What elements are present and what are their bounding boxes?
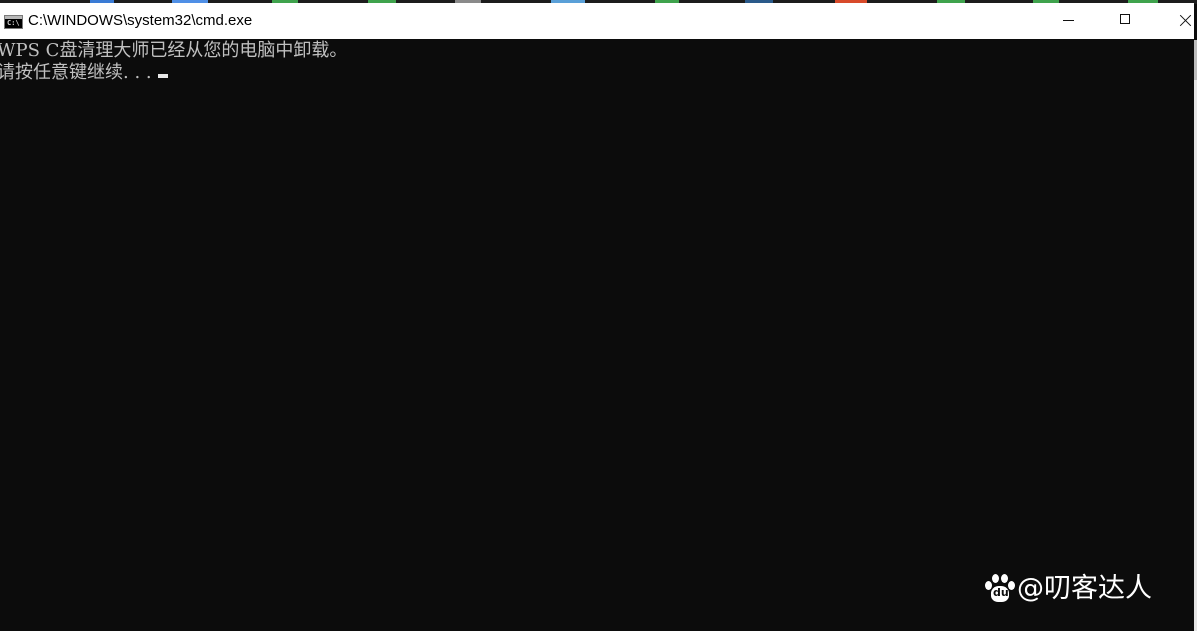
watermark-text: @叨客达人 [1017,573,1152,604]
console-line-uninstall-message: WPS C盘清理大师已经从您的电脑中卸载。 [0,40,348,61]
screen: C:\ C:\WINDOWS\system32\cmd.exe WPS C盘清理… [0,0,1197,631]
close-button[interactable] [1152,3,1197,39]
cmd-icon-label: C:\ [7,19,20,27]
console-output[interactable]: WPS C盘清理大师已经从您的电脑中卸载。 请按任意键继续. . . [0,40,1194,631]
title-bar[interactable]: C:\ C:\WINDOWS\system32\cmd.exe [0,3,1194,39]
minimize-button[interactable] [1048,3,1094,39]
watermark: du @叨客达人 [985,569,1152,609]
baidu-logo-text: du [993,586,1009,599]
baidu-paw-icon: du [985,573,1015,605]
console-prompt-text: 请按任意键继续. . . [0,62,152,83]
maximize-icon [1120,14,1130,24]
maximize-button[interactable] [1101,3,1147,39]
close-icon [1178,20,1193,21]
cmd-window: C:\ C:\WINDOWS\system32\cmd.exe WPS C盘清理… [0,3,1194,631]
text-cursor [157,74,168,78]
minimize-icon [1063,20,1074,21]
cmd-console-icon[interactable]: C:\ [4,15,23,29]
console-line-prompt: 请按任意键继续. . . [0,62,168,84]
window-title: C:\WINDOWS\system32\cmd.exe [28,12,253,29]
